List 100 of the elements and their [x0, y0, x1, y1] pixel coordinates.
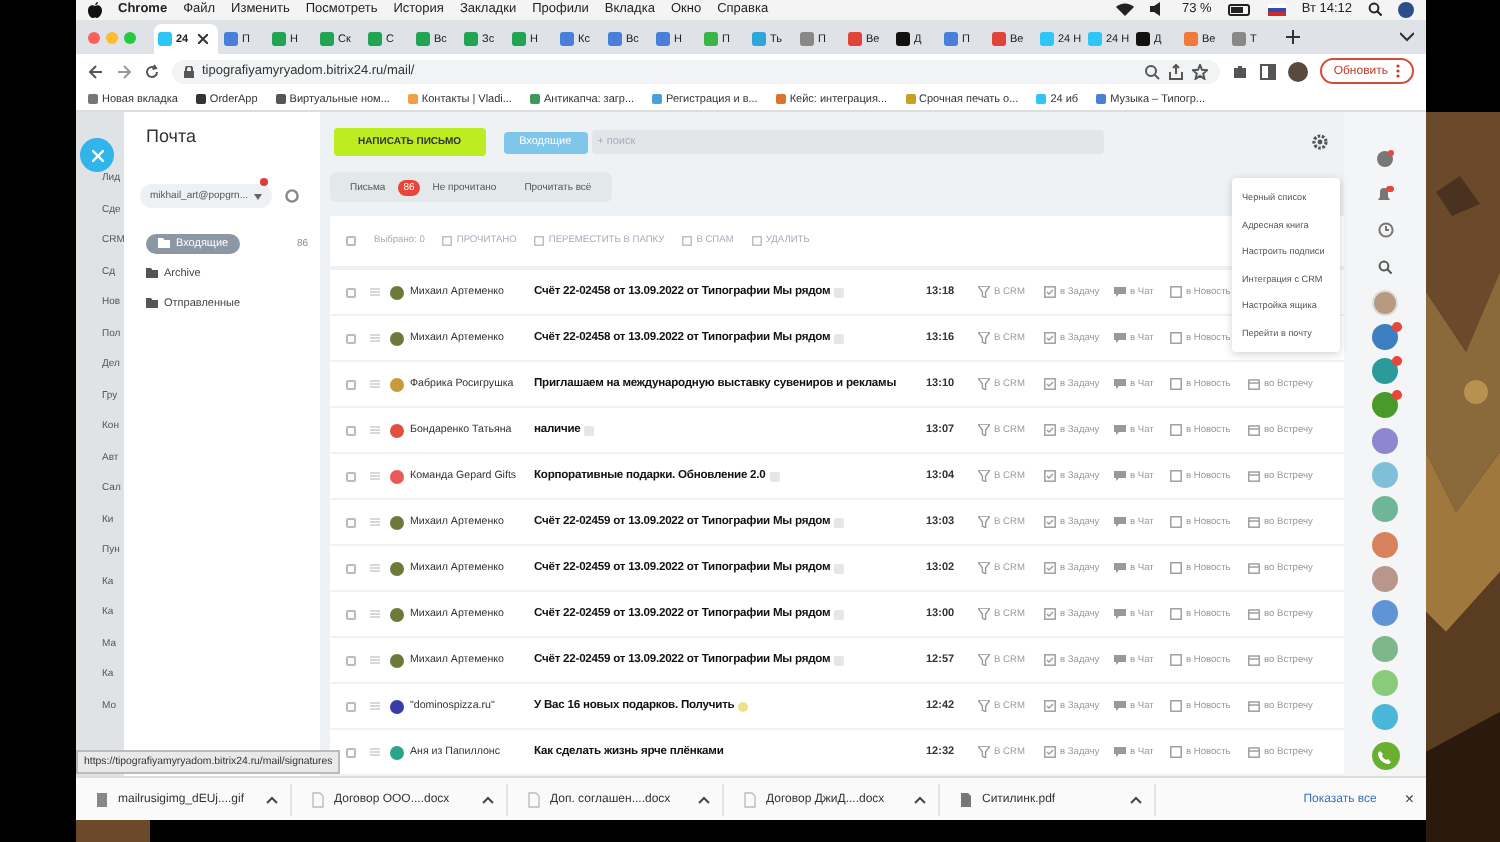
chat-avatar[interactable] [1372, 531, 1398, 558]
calendar-icon [1248, 608, 1260, 621]
funnel-icon [978, 700, 990, 713]
close-button[interactable] [80, 138, 114, 173]
square-icon [442, 236, 453, 247]
task-icon [1044, 516, 1056, 529]
zoom-icon[interactable] [1143, 63, 1160, 80]
chat-icon [1114, 470, 1126, 483]
calendar-icon [1248, 470, 1260, 483]
chat-icon [1114, 516, 1126, 529]
chevron-icon[interactable] [914, 795, 926, 804]
funnel-icon [978, 608, 990, 621]
square-icon [1170, 654, 1182, 667]
folder-icon [146, 268, 158, 279]
checkbox[interactable] [346, 609, 356, 620]
chat-icon [1114, 700, 1126, 713]
chat-icon [1114, 286, 1126, 299]
forward-icon[interactable] [116, 63, 132, 80]
battery-icon[interactable] [1227, 3, 1252, 16]
checkbox[interactable] [346, 655, 356, 666]
chevron-icon[interactable] [1130, 795, 1142, 804]
square-icon [1170, 424, 1182, 437]
chat-icon [1114, 424, 1126, 437]
checkbox[interactable] [346, 563, 356, 574]
funnel-icon [978, 378, 990, 391]
calendar-icon [1248, 378, 1260, 391]
file-icon [960, 791, 972, 808]
close-icon [91, 149, 103, 162]
wifi-icon[interactable] [1116, 2, 1134, 17]
chat-icon [1114, 332, 1126, 345]
close-button[interactable]: × [1404, 790, 1414, 809]
square-icon [682, 236, 693, 247]
square-icon [1170, 378, 1182, 391]
funnel-icon [978, 470, 990, 483]
funnel-icon [978, 562, 990, 575]
settings-icon[interactable] [1312, 134, 1328, 151]
chat-avatar[interactable] [1372, 427, 1398, 454]
share-icon[interactable] [1167, 63, 1184, 80]
chevron-icon[interactable] [266, 795, 278, 804]
file-icon [744, 791, 756, 808]
close-icon[interactable] [198, 34, 209, 45]
bell-icon[interactable] [1376, 185, 1394, 204]
chevron-icon[interactable] [698, 795, 710, 804]
chevron-icon[interactable] [482, 795, 494, 804]
search-icon[interactable] [1378, 259, 1392, 274]
checkbox[interactable] [346, 701, 356, 712]
calendar-icon [1248, 516, 1260, 529]
chat-icon [1114, 378, 1126, 391]
chat-avatar[interactable] [1372, 496, 1398, 523]
new-tab-icon[interactable] [1286, 30, 1300, 45]
avatar-icon[interactable] [1287, 61, 1308, 82]
calendar-icon [1248, 654, 1260, 667]
checkbox[interactable] [346, 287, 356, 298]
chat-avatar[interactable] [1372, 323, 1398, 350]
checkbox[interactable] [346, 379, 356, 390]
checkbox[interactable] [346, 747, 356, 758]
funnel-icon [978, 424, 990, 437]
phone-icon [1378, 749, 1392, 764]
star-icon[interactable] [1191, 63, 1208, 80]
funnel-icon [978, 286, 990, 299]
funnel-icon [978, 654, 990, 667]
checkbox[interactable] [346, 425, 356, 436]
chat-avatar[interactable] [1372, 635, 1398, 662]
caret-icon[interactable] [1400, 32, 1414, 43]
file-icon [312, 791, 324, 808]
user-avatar[interactable] [1372, 289, 1398, 316]
task-icon [1044, 562, 1056, 575]
task-icon [1044, 608, 1056, 621]
call-button[interactable] [1371, 742, 1399, 771]
square-icon [1170, 562, 1182, 575]
chat-icon [1114, 654, 1126, 667]
checkbox[interactable] [346, 471, 356, 482]
chat-avatar[interactable] [1372, 462, 1398, 489]
folder-icon [158, 238, 170, 249]
clock-icon[interactable] [1377, 222, 1393, 239]
square-icon [1170, 332, 1182, 345]
apple-icon[interactable] [88, 1, 102, 18]
checkbox[interactable] [346, 333, 356, 344]
avatar-icon[interactable] [1398, 1, 1414, 18]
task-icon [1044, 424, 1056, 437]
chat-avatar[interactable] [1372, 704, 1398, 731]
reload-icon[interactable] [144, 63, 160, 80]
chat-avatar[interactable] [1372, 565, 1398, 592]
back-icon[interactable] [88, 63, 104, 80]
lock-icon[interactable] [184, 65, 194, 78]
checkbox[interactable] [346, 517, 356, 528]
task-icon [1044, 746, 1056, 759]
chat-avatar[interactable] [1372, 669, 1398, 696]
chat-avatar[interactable] [1372, 358, 1398, 385]
search-icon[interactable] [1368, 2, 1382, 17]
task-icon [1044, 286, 1056, 299]
task-icon [1044, 332, 1056, 345]
task-icon [1044, 378, 1056, 391]
funnel-icon [978, 332, 990, 345]
chat-avatar[interactable] [1372, 392, 1398, 419]
window-icon[interactable] [1259, 63, 1276, 80]
checkbox[interactable] [346, 236, 356, 247]
chat-icon [1114, 608, 1126, 621]
chat-avatar[interactable] [1372, 600, 1398, 627]
caret-icon [254, 193, 262, 200]
